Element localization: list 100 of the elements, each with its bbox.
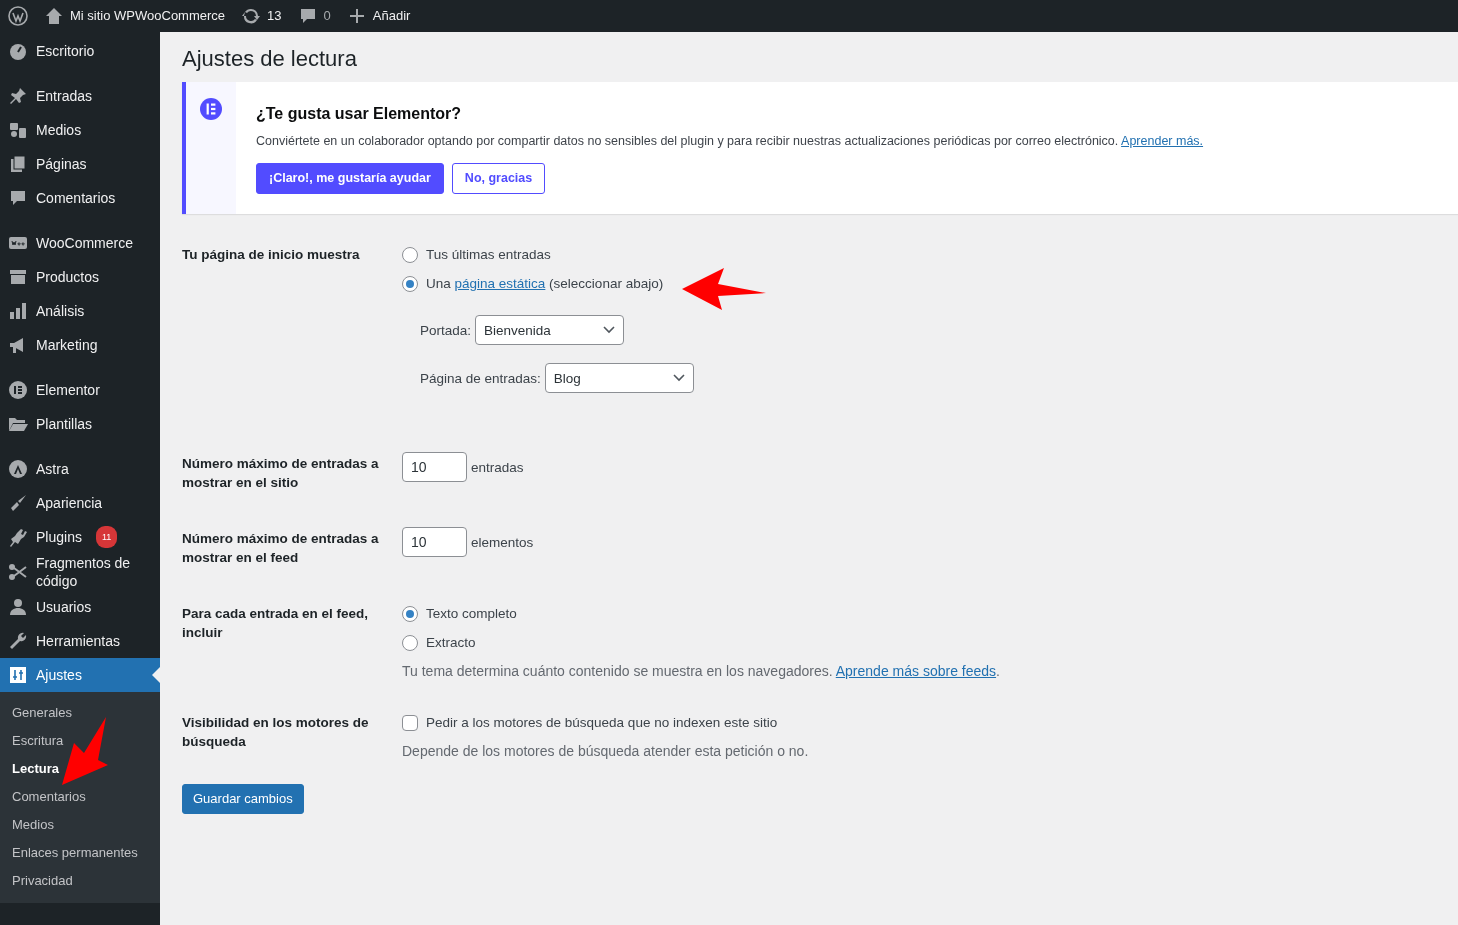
dropdown[interactable]: Bienvenida xyxy=(475,315,625,346)
menu-label: Ajustes xyxy=(36,666,82,684)
setting-label: Para cada entrada en el feed, incluir xyxy=(182,605,370,643)
sidebar-item[interactable]: Páginas xyxy=(0,147,160,181)
submenu-item[interactable]: Escritura xyxy=(0,727,160,755)
menu-label: Escritorio xyxy=(36,42,95,60)
count-badge: 11 xyxy=(95,526,118,548)
sidebar-item[interactable]: WooCommerce xyxy=(0,226,160,260)
menu-label: Marketing xyxy=(36,336,98,354)
sidebar-item[interactable]: Comentarios xyxy=(0,181,160,215)
sliders-icon xyxy=(8,665,28,685)
menu-label: Entradas xyxy=(36,87,93,105)
wrench-icon xyxy=(8,631,28,651)
radio-button[interactable] xyxy=(402,605,418,622)
submenu-item[interactable]: Enlaces permanentes xyxy=(0,839,160,867)
sidebar-item[interactable]: Productos xyxy=(0,260,160,294)
page-title: Ajustes de lectura xyxy=(182,46,358,73)
media-icon xyxy=(8,120,28,140)
current-pointer-icon xyxy=(152,667,160,683)
user-icon xyxy=(8,597,28,617)
speech-bubble-icon xyxy=(8,188,28,208)
menu-label: Apariencia xyxy=(36,494,103,512)
sidebar-item[interactable]: Plugins 11 xyxy=(0,520,160,554)
submenu-item[interactable]: Comentarios xyxy=(0,783,160,811)
sidebar-item[interactable]: Escritorio xyxy=(0,34,160,68)
decline-button[interactable]: No, gracias xyxy=(451,163,546,195)
paintbrush-icon xyxy=(8,493,28,513)
static-page-link[interactable]: página estática xyxy=(454,276,546,292)
notice-title: ¿Te gusta usar Elementor? xyxy=(256,104,463,125)
menu-label: Plantillas xyxy=(36,415,93,433)
menu-label: Comentarios xyxy=(36,189,116,207)
submenu-item[interactable]: Privacidad xyxy=(0,867,160,895)
help-text: Depende de los motores de búsqueda atender esta petición o no. xyxy=(402,742,809,762)
astra-icon xyxy=(8,459,28,479)
radio-button[interactable] xyxy=(402,246,418,263)
sidebar-item[interactable]: Usuarios xyxy=(0,590,160,624)
home-icon xyxy=(44,6,64,26)
accept-button[interactable]: ¡Claro!, me gustaría ayudar xyxy=(256,163,444,195)
sidebar-item[interactable]: Análisis xyxy=(0,294,160,328)
elementor-icon xyxy=(200,98,222,121)
sidebar-item[interactable]: Apariencia xyxy=(0,486,160,520)
unit-label: elementos xyxy=(471,533,534,552)
select-label: Portada: xyxy=(420,321,472,340)
chevron-down-icon xyxy=(672,374,685,383)
sidebar-item[interactable]: Ajustes xyxy=(0,658,160,692)
radio-button[interactable] xyxy=(402,275,418,292)
save-button[interactable]: Guardar cambios xyxy=(182,784,304,815)
sidebar-item[interactable]: Marketing xyxy=(0,328,160,362)
setting-label: Tu página de inicio muestra xyxy=(182,246,361,265)
option-label: Una página estática (seleccionar abajo) xyxy=(426,275,664,294)
checkbox[interactable] xyxy=(402,714,418,731)
sidebar-item[interactable]: Elementor xyxy=(0,373,160,407)
menu-label: Páginas xyxy=(36,155,87,173)
sidebar-item[interactable]: Astra xyxy=(0,452,160,486)
help-text: Tu tema determina cuánto contenido se muestra en los navegadores. Aprende más sobre feeds. xyxy=(402,662,1000,682)
plug-icon xyxy=(8,527,28,547)
setting-label: Número máximo de entradas a mostrar en el sitio xyxy=(182,455,380,493)
setting-label: Visibilidad en los motores de búsqueda xyxy=(182,714,370,752)
archive-box-icon xyxy=(8,267,28,287)
gauge-icon xyxy=(8,41,28,61)
menu-label: WooCommerce xyxy=(36,234,133,252)
option-label: Pedir a los motores de búsqueda que no indexen este sitio xyxy=(426,714,778,733)
menu-label: Usuarios xyxy=(36,598,92,616)
scissors-icon xyxy=(8,562,28,582)
pages-icon xyxy=(8,154,28,174)
menu-label: Astra xyxy=(36,460,69,478)
chevron-down-icon xyxy=(603,326,616,335)
unit-label: entradas xyxy=(471,458,524,477)
sidebar-item[interactable]: Fragmentos de código xyxy=(0,554,160,590)
submenu-item[interactable]: Generales xyxy=(0,699,160,727)
radio-button[interactable] xyxy=(402,634,418,651)
bar-chart-icon xyxy=(8,301,28,321)
menu-label: Medios xyxy=(36,121,82,139)
select-label: Página de entradas: xyxy=(420,369,541,388)
menu-label: Elementor xyxy=(36,381,100,399)
option-label: Extracto xyxy=(426,634,476,653)
number-field[interactable]: 10 xyxy=(402,452,467,483)
setting-label: Número máximo de entradas a mostrar en el feed xyxy=(182,530,380,568)
refresh-icon xyxy=(241,6,262,26)
menu-label: Análisis xyxy=(36,302,85,320)
comment-count[interactable]: 0 xyxy=(323,6,331,26)
sidebar-item[interactable]: Medios xyxy=(0,113,160,147)
update-count[interactable]: 13 xyxy=(267,6,282,26)
new-menu[interactable]: Añadir xyxy=(372,6,411,26)
dropdown[interactable]: Blog xyxy=(544,363,694,394)
learn-more-link[interactable]: Aprender más. xyxy=(1121,134,1204,149)
sidebar-item[interactable]: Herramientas xyxy=(0,624,160,658)
pushpin-icon xyxy=(8,86,28,106)
site-name[interactable]: Mi sitio WPWooCommerce xyxy=(70,6,226,26)
elementor-icon xyxy=(8,380,28,400)
number-field[interactable]: 10 xyxy=(402,527,467,558)
menu-label: Plugins xyxy=(36,528,82,546)
wordpress-icon xyxy=(8,6,28,26)
submenu-item[interactable]: Medios xyxy=(0,811,160,839)
sidebar-item[interactable]: Entradas xyxy=(0,79,160,113)
menu-label: Fragmentos de código xyxy=(36,554,132,590)
sidebar-item[interactable]: Plantillas xyxy=(0,407,160,441)
notice-text: Conviértete en un colaborador optando por compartir datos no sensibles del plugin y para recibir nuestras actualizaciones periódicas por correo electrónico. Aprender más. xyxy=(256,133,1204,151)
option-label: Tus últimas entradas xyxy=(426,246,551,265)
submenu-item[interactable]: Lectura xyxy=(0,755,160,783)
